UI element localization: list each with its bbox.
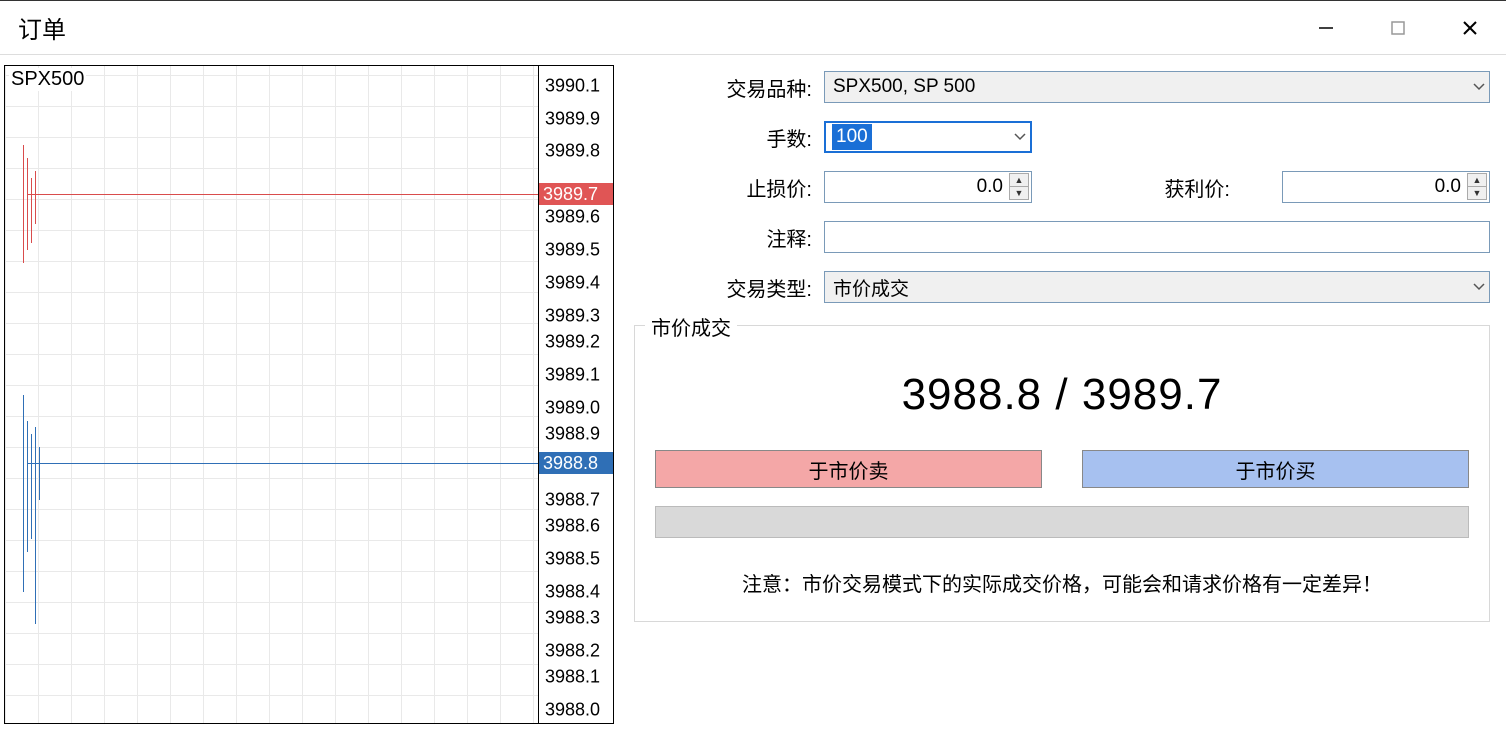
y-tick: 3989.2 (545, 331, 600, 352)
lots-label: 手数: (634, 123, 824, 152)
titlebar: 订单 (0, 1, 1506, 55)
close-button[interactable] (1434, 1, 1506, 55)
ask-price-marker: 3989.7 (539, 183, 613, 205)
spin-buttons[interactable]: ▲▼ (1467, 174, 1487, 200)
y-tick: 3988.7 (545, 489, 600, 510)
stoploss-value: 0.0 (977, 176, 1003, 198)
window-title: 订单 (18, 10, 66, 45)
chevron-down-icon (1014, 133, 1026, 141)
chart-y-axis: 3990.1 3989.9 3989.8 3989.7 3989.6 3989.… (539, 66, 613, 723)
stoploss-input[interactable]: 0.0 ▲▼ (824, 171, 1032, 203)
tick-bars (23, 66, 47, 723)
y-tick: 3990.1 (545, 75, 600, 96)
y-tick: 3989.3 (545, 305, 600, 326)
buy-button-label: 于市价买 (1236, 455, 1316, 484)
minimize-icon (1317, 19, 1335, 37)
y-tick: 3989.6 (545, 207, 600, 228)
y-tick: 3989.1 (545, 364, 600, 385)
maximize-icon (1390, 20, 1406, 36)
y-tick: 3988.2 (545, 640, 600, 661)
chevron-down-icon (1473, 83, 1485, 91)
body: SPX500 3990.1 3 (0, 55, 1506, 734)
type-label: 交易类型: (634, 273, 824, 302)
order-type-combo[interactable]: 市价成交 (824, 271, 1490, 303)
comment-input[interactable] (824, 221, 1490, 253)
y-tick: 3989.8 (545, 141, 600, 162)
y-tick: 3988.6 (545, 515, 600, 536)
symbol-value: SPX500, SP 500 (833, 76, 975, 98)
ask-price: 3989.7 (1082, 370, 1223, 419)
tick-chart: SPX500 3990.1 3 (4, 65, 614, 724)
close-icon (1461, 19, 1479, 37)
bid-ask-display: 3988.8 / 3989.7 (902, 370, 1223, 420)
status-bar (655, 506, 1469, 538)
window-controls (1290, 1, 1506, 55)
symbol-combo[interactable]: SPX500, SP 500 (824, 71, 1490, 103)
y-tick: 3988.3 (545, 607, 600, 628)
order-type-value: 市价成交 (833, 274, 909, 301)
maximize-button[interactable] (1362, 1, 1434, 55)
spin-buttons[interactable]: ▲▼ (1009, 174, 1029, 200)
y-tick: 3988.9 (545, 423, 600, 444)
chart-symbol-label: SPX500 (9, 68, 86, 91)
y-tick: 3988.5 (545, 548, 600, 569)
minimize-button[interactable] (1290, 1, 1362, 55)
order-form: 交易品种: SPX500, SP 500 手数: 100 (634, 65, 1490, 724)
bid-price-marker: 3988.8 (539, 452, 613, 474)
chart-plot-area: SPX500 (5, 66, 539, 723)
symbol-label: 交易品种: (634, 73, 824, 102)
sell-button-label: 于市价卖 (809, 455, 889, 484)
y-tick: 3988.1 (545, 667, 600, 688)
lots-combo[interactable]: 100 (824, 121, 1032, 153)
comment-label: 注释: (634, 223, 824, 252)
stoploss-label: 止损价: (634, 173, 824, 202)
order-window: 订单 SPX500 (0, 0, 1506, 734)
ask-line (27, 194, 538, 195)
bid-price: 3988.8 (902, 370, 1043, 419)
bid-line (27, 463, 538, 464)
y-tick: 3989.9 (545, 108, 600, 129)
price-separator: / (1042, 370, 1082, 419)
takeprofit-label: 获利价: (1122, 173, 1242, 202)
y-tick: 3989.5 (545, 239, 600, 260)
sell-market-button[interactable]: 于市价卖 (655, 450, 1042, 488)
lots-value: 100 (832, 124, 872, 150)
group-title: 市价成交 (645, 312, 737, 341)
y-tick: 3989.0 (545, 397, 600, 418)
market-execution-group: 市价成交 3988.8 / 3989.7 于市价卖 于市价买 注意：市价交易模式… (634, 325, 1490, 622)
takeprofit-input[interactable]: 0.0 ▲▼ (1282, 171, 1490, 203)
notice-text: 注意：市价交易模式下的实际成交价格，可能会和请求价格有一定差异！ (742, 568, 1382, 597)
chevron-down-icon (1473, 283, 1485, 291)
y-tick: 3988.4 (545, 581, 600, 602)
y-tick: 3988.0 (545, 699, 600, 720)
y-tick: 3989.4 (545, 272, 600, 293)
buy-market-button[interactable]: 于市价买 (1082, 450, 1469, 488)
takeprofit-value: 0.0 (1435, 176, 1461, 198)
